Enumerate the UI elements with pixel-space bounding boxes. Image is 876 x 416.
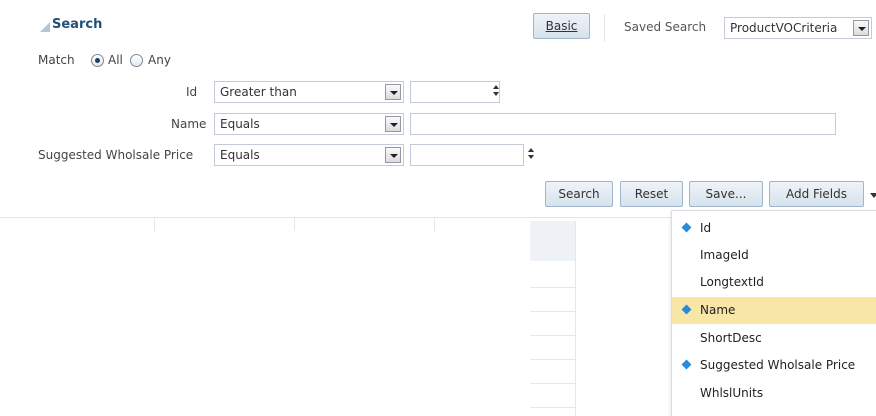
search-button-label: Search <box>558 187 600 201</box>
name-value-input[interactable] <box>410 113 836 135</box>
column-separator <box>294 218 295 231</box>
add-fields-menu: Id ImageId LongtextId Name ShortDesc Sug… <box>671 210 876 416</box>
menu-item-id[interactable]: Id <box>672 215 876 242</box>
selected-diamond-icon <box>681 359 692 370</box>
selected-diamond-icon <box>681 222 692 233</box>
search-button[interactable]: Search <box>545 181 613 207</box>
collapse-triangle-icon[interactable] <box>40 22 50 32</box>
match-any-radio[interactable] <box>130 54 143 67</box>
price-value-input[interactable] <box>410 144 524 166</box>
reset-button[interactable]: Reset <box>620 181 683 207</box>
match-label: Match <box>38 53 75 67</box>
chevron-down-icon[interactable] <box>385 84 401 100</box>
header-divider <box>604 14 605 42</box>
menu-item-label: Suggested Wholsale Price <box>700 358 856 372</box>
save-button-label: Save... <box>705 187 747 201</box>
price-operator-value: Equals <box>220 148 260 162</box>
saved-search-value: ProductVOCriteria <box>730 21 838 35</box>
id-field-label: Id <box>186 85 198 99</box>
id-operator-select[interactable]: Greater than <box>214 81 404 103</box>
chevron-down-icon[interactable] <box>853 20 869 36</box>
results-grid-cell <box>530 221 575 261</box>
price-spinner-icon[interactable] <box>527 148 537 162</box>
chevron-down-icon[interactable] <box>385 116 401 132</box>
add-fields-button[interactable]: Add Fields <box>769 181 864 207</box>
menu-item-shortdesc[interactable]: ShortDesc <box>672 325 876 352</box>
column-separator <box>154 218 155 231</box>
price-operator-select[interactable]: Equals <box>214 144 404 166</box>
menu-item-label: WhlslUnits <box>700 386 764 400</box>
id-value-input[interactable] <box>410 81 500 103</box>
name-operator-value: Equals <box>220 117 260 131</box>
results-grid-row-line <box>530 335 575 336</box>
menu-item-label: LongtextId <box>700 275 764 289</box>
menu-item-longtextid[interactable]: LongtextId <box>672 269 876 296</box>
save-button[interactable]: Save... <box>689 181 763 207</box>
add-fields-dropdown-icon[interactable] <box>870 193 876 198</box>
column-separator <box>434 218 435 231</box>
name-operator-select[interactable]: Equals <box>214 113 404 135</box>
results-grid-row-line <box>530 407 575 408</box>
reset-button-label: Reset <box>634 187 669 201</box>
saved-search-label: Saved Search <box>624 20 707 34</box>
menu-item-name[interactable]: Name <box>672 297 876 324</box>
name-field-label: Name <box>171 117 207 131</box>
id-spinner-icon[interactable] <box>492 85 502 99</box>
menu-item-label: ImageId <box>700 248 749 262</box>
results-grid-row-line <box>530 383 575 384</box>
saved-search-select[interactable]: ProductVOCriteria <box>724 17 872 39</box>
menu-item-suggested-wholsale-price[interactable]: Suggested Wholsale Price <box>672 352 876 379</box>
add-fields-button-label: Add Fields <box>786 187 847 201</box>
selected-diamond-icon <box>681 304 692 315</box>
price-field-label: Suggested Wholsale Price <box>38 148 194 162</box>
results-grid-row-line <box>530 311 575 312</box>
results-grid-line <box>575 221 576 416</box>
results-grid-row-line <box>530 287 575 288</box>
basic-button-label: Basic <box>545 19 578 33</box>
basic-button[interactable]: Basic <box>533 13 590 39</box>
results-grid-row-line <box>530 359 575 360</box>
search-panel-title: Search <box>52 17 103 32</box>
menu-item-label: Id <box>700 221 712 235</box>
menu-item-label: Name <box>700 303 736 317</box>
match-all-label[interactable]: All <box>108 53 123 67</box>
menu-item-label: ShortDesc <box>700 331 762 345</box>
id-operator-value: Greater than <box>220 85 297 99</box>
chevron-down-icon[interactable] <box>385 147 401 163</box>
menu-item-whlslunits[interactable]: WhlslUnits <box>672 380 876 407</box>
match-any-label[interactable]: Any <box>148 53 171 67</box>
match-all-radio[interactable] <box>91 54 104 67</box>
menu-item-imageid[interactable]: ImageId <box>672 242 876 269</box>
